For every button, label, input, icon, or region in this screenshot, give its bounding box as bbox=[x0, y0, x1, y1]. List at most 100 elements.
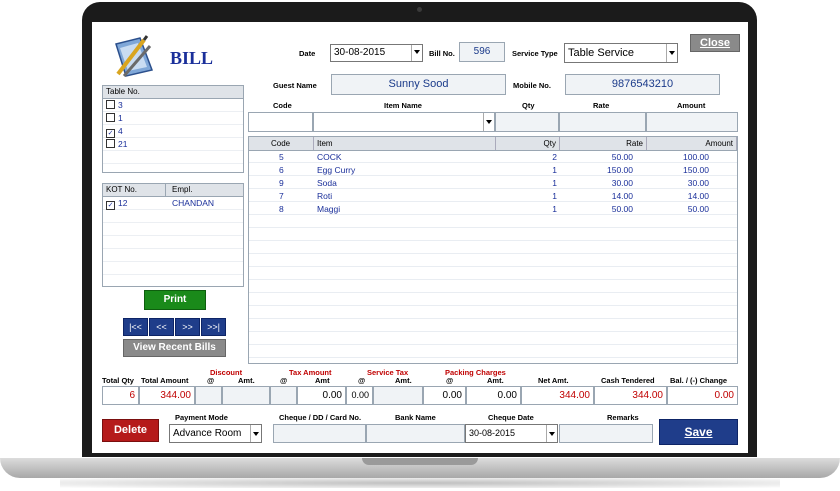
save-button[interactable]: Save bbox=[659, 419, 738, 445]
column-header[interactable]: Code bbox=[249, 137, 314, 150]
table-no-label: 4 bbox=[118, 126, 123, 136]
qty-input[interactable] bbox=[495, 112, 559, 132]
service-type-select[interactable]: Table Service bbox=[564, 43, 678, 63]
chevron-down-icon bbox=[414, 50, 420, 54]
kot-no-value: 12 bbox=[118, 198, 128, 208]
mobile-label: Mobile No. bbox=[513, 81, 551, 90]
table-no-list: 3 1 ✓ 4 21 bbox=[103, 99, 243, 151]
dropdown-button[interactable] bbox=[546, 425, 557, 442]
payment-mode-select[interactable]: Advance Room bbox=[169, 424, 262, 443]
table-cell: 6 bbox=[279, 165, 284, 175]
table-row[interactable]: 5 COCK 2 50.00 100.00 bbox=[249, 151, 737, 164]
guest-name-field[interactable]: Sunny Sood bbox=[331, 74, 506, 95]
column-header[interactable]: Rate bbox=[560, 137, 647, 150]
column-header[interactable]: Amount bbox=[647, 137, 737, 150]
table-no-label: 1 bbox=[118, 113, 123, 123]
table-no-panel: Table No. 3 1 ✓ 4 21 bbox=[102, 85, 244, 173]
save-label: Save bbox=[684, 425, 713, 439]
print-button[interactable]: Print bbox=[144, 290, 206, 310]
guest-name-label: Guest Name bbox=[273, 81, 317, 90]
column-header[interactable]: Qty bbox=[496, 137, 560, 150]
table-cell: 150.00 bbox=[607, 165, 633, 175]
next-record-button[interactable]: >> bbox=[175, 318, 200, 336]
table-checkbox[interactable] bbox=[106, 113, 115, 122]
table-cell: Roti bbox=[317, 191, 333, 201]
table-checkbox[interactable] bbox=[106, 139, 115, 148]
dropdown-button[interactable] bbox=[411, 45, 422, 61]
rate-label: Rate bbox=[593, 101, 610, 110]
chevron-down-icon bbox=[486, 120, 492, 124]
table-row[interactable]: 9 Soda 1 30.00 30.00 bbox=[249, 177, 737, 190]
cash-tendered-input[interactable]: 344.00 bbox=[594, 386, 667, 405]
net-amt-label: Net Amt. bbox=[538, 376, 569, 385]
close-button[interactable]: Close bbox=[690, 34, 740, 52]
kot-header: KOT No. Empl. bbox=[103, 184, 243, 197]
table-checkbox[interactable]: ✓ bbox=[106, 129, 115, 138]
discount-amt-input[interactable] bbox=[222, 386, 270, 405]
cheque-no-input[interactable] bbox=[273, 424, 366, 443]
kot-panel: KOT No. Empl. ✓ 12 CHANDAN bbox=[102, 183, 244, 287]
bank-name-label: Bank Name bbox=[395, 413, 436, 422]
first-record-button[interactable]: |<< bbox=[123, 318, 148, 336]
remarks-label: Remarks bbox=[607, 413, 639, 422]
dropdown-button[interactable] bbox=[250, 425, 261, 442]
date-picker[interactable]: 30-08-2015 bbox=[330, 44, 423, 62]
table-cell: 1 bbox=[552, 204, 557, 214]
service-tax-rate-input[interactable]: 0.00 bbox=[346, 386, 373, 405]
cheque-no-label: Cheque / DD / Card No. bbox=[279, 413, 362, 422]
mobile-field[interactable]: 9876543210 bbox=[565, 74, 720, 95]
table-cell: 150.00 bbox=[683, 165, 709, 175]
app-window: BILL Date 30-08-2015 Bill No. 596 Servic… bbox=[92, 22, 748, 453]
chevron-down-icon bbox=[253, 432, 259, 436]
camera-icon bbox=[417, 7, 422, 12]
total-amount-value: 344.00 bbox=[139, 386, 195, 405]
code-input[interactable] bbox=[248, 112, 313, 132]
rate-input[interactable] bbox=[559, 112, 646, 132]
kot-list: ✓ 12 CHANDAN bbox=[103, 197, 243, 210]
amount-input[interactable] bbox=[646, 112, 738, 132]
net-amt-value: 344.00 bbox=[521, 386, 594, 405]
cash-tendered-label: Cash Tendered bbox=[601, 376, 655, 385]
table-no-label: 21 bbox=[118, 139, 128, 149]
table-cell: 50.00 bbox=[611, 152, 633, 162]
view-recent-bills-button[interactable]: View Recent Bills bbox=[123, 339, 226, 357]
laptop-notch bbox=[362, 458, 478, 465]
print-label: Print bbox=[163, 294, 187, 305]
cheque-date-picker[interactable]: 30-08-2015 bbox=[465, 424, 558, 443]
service-tax-amt-input[interactable] bbox=[373, 386, 423, 405]
kot-row[interactable]: ✓ 12 CHANDAN bbox=[103, 197, 243, 210]
table-no-item[interactable]: ✓ 4 bbox=[103, 125, 243, 138]
table-cell: 2 bbox=[552, 152, 557, 162]
bill-no-field[interactable]: 596 bbox=[459, 42, 505, 62]
table-no-item[interactable]: 3 bbox=[103, 99, 243, 112]
packing-rate-input[interactable]: 0.00 bbox=[423, 386, 466, 405]
table-checkbox[interactable] bbox=[106, 100, 115, 109]
previous-record-button[interactable]: << bbox=[149, 318, 174, 336]
service-type-value: Table Service bbox=[568, 47, 635, 59]
remarks-input[interactable] bbox=[559, 424, 653, 443]
dropdown-button[interactable] bbox=[483, 113, 494, 131]
table-row[interactable]: 7 Roti 1 14.00 14.00 bbox=[249, 190, 737, 203]
tax-rate-input[interactable] bbox=[270, 386, 297, 405]
item-name-select[interactable] bbox=[313, 112, 495, 132]
table-cell: 50.00 bbox=[687, 204, 709, 214]
table-row[interactable]: 6 Egg Curry 1 150.00 150.00 bbox=[249, 164, 737, 177]
table-no-item[interactable]: 1 bbox=[103, 112, 243, 125]
delete-button[interactable]: Delete bbox=[102, 419, 159, 442]
packing-at-label: @ bbox=[446, 376, 454, 385]
table-row[interactable]: 8 Maggi 1 50.00 50.00 bbox=[249, 203, 737, 216]
kot-checkbox[interactable]: ✓ bbox=[106, 201, 115, 210]
dropdown-button[interactable] bbox=[666, 44, 677, 62]
last-record-button[interactable]: >>| bbox=[201, 318, 226, 336]
table-no-item[interactable]: 21 bbox=[103, 138, 243, 151]
total-qty-value: 6 bbox=[102, 386, 139, 405]
bill-no-label: Bill No. bbox=[429, 49, 455, 58]
service-type-label: Service Type bbox=[512, 49, 558, 58]
discount-rate-input[interactable] bbox=[195, 386, 222, 405]
bank-name-input[interactable] bbox=[366, 424, 465, 443]
table-cell: 14.00 bbox=[687, 191, 709, 201]
empl-column: Empl. bbox=[165, 184, 192, 196]
column-header[interactable]: Item bbox=[314, 137, 496, 150]
total-qty-label: Total Qty bbox=[102, 376, 134, 385]
table-cell: 7 bbox=[279, 191, 284, 201]
